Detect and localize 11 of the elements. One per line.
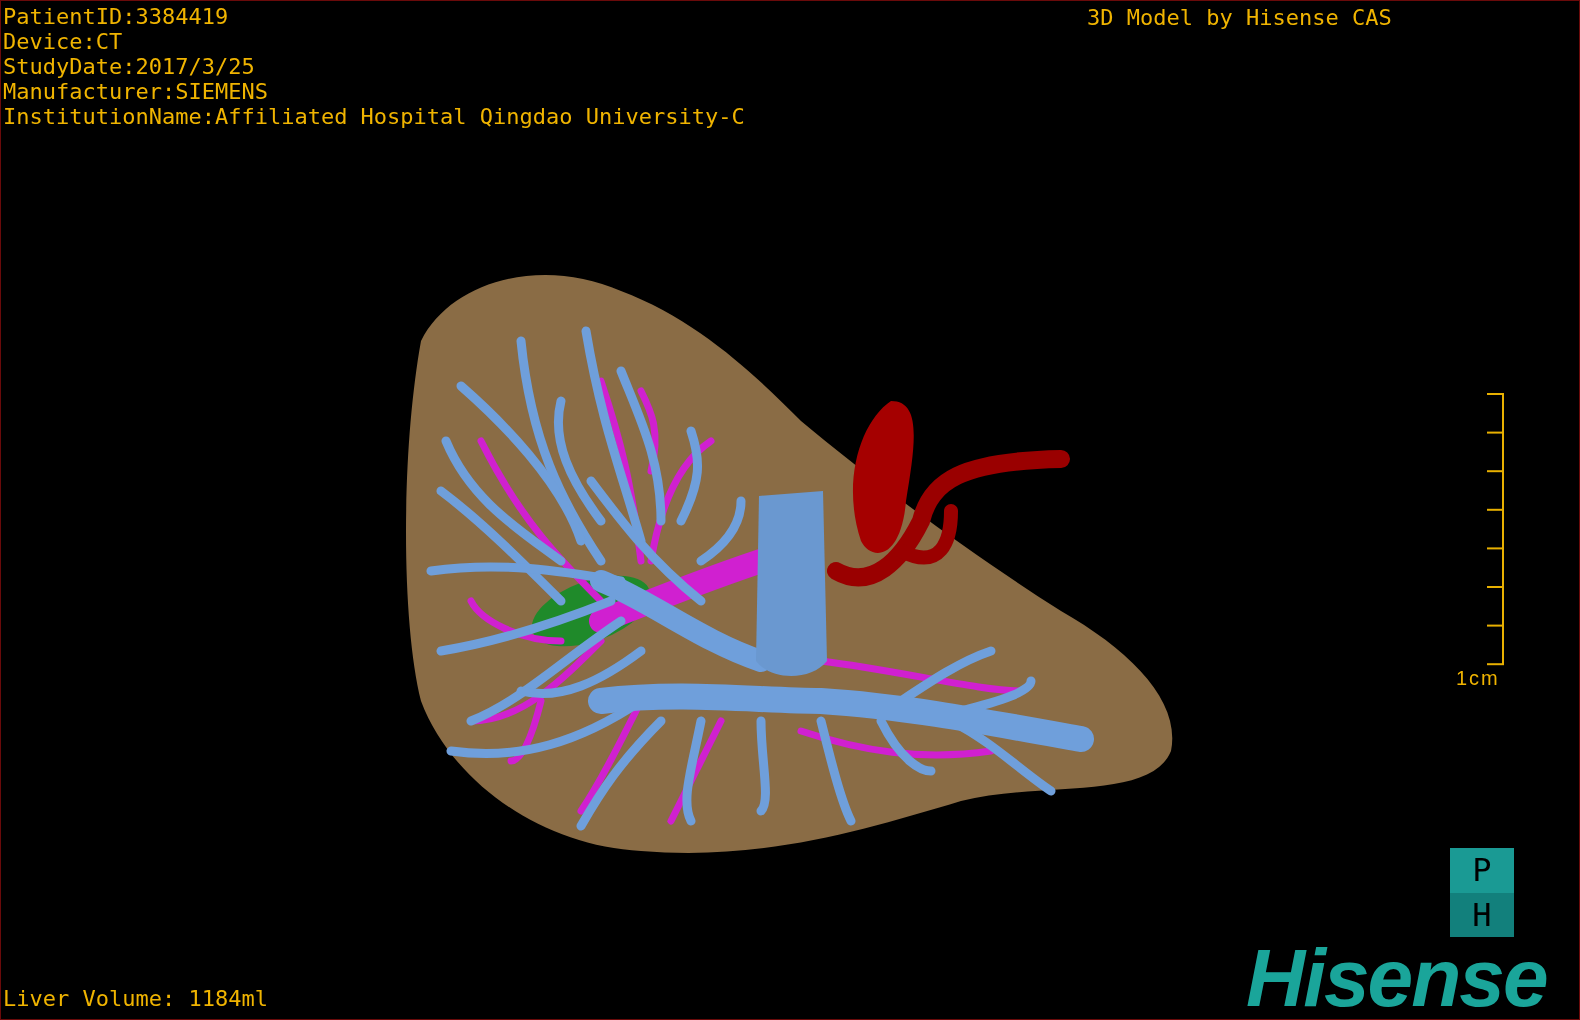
patient-info-text: InstitutionName:Affiliated Hospital Qingdao University-C xyxy=(3,104,745,129)
cube-face-label: H xyxy=(1450,892,1514,937)
brand-logo: Hisense xyxy=(1246,936,1547,1019)
patient-info-text: Manufacturer:SIEMENS xyxy=(3,79,269,104)
patient-info-text: StudyDate:2017/3/25 xyxy=(3,54,256,79)
model-title: 3D Model by Hisense CAS xyxy=(1087,5,1392,30)
liver-volume-text: Liver Volume: 1184ml xyxy=(3,986,268,1011)
patient-info-text: PatientID:3384419 xyxy=(3,4,230,29)
scale-label: 1cm xyxy=(1456,667,1500,690)
cube-face-label: P xyxy=(1450,848,1514,893)
patient-info-text: Device:CT xyxy=(3,29,124,54)
